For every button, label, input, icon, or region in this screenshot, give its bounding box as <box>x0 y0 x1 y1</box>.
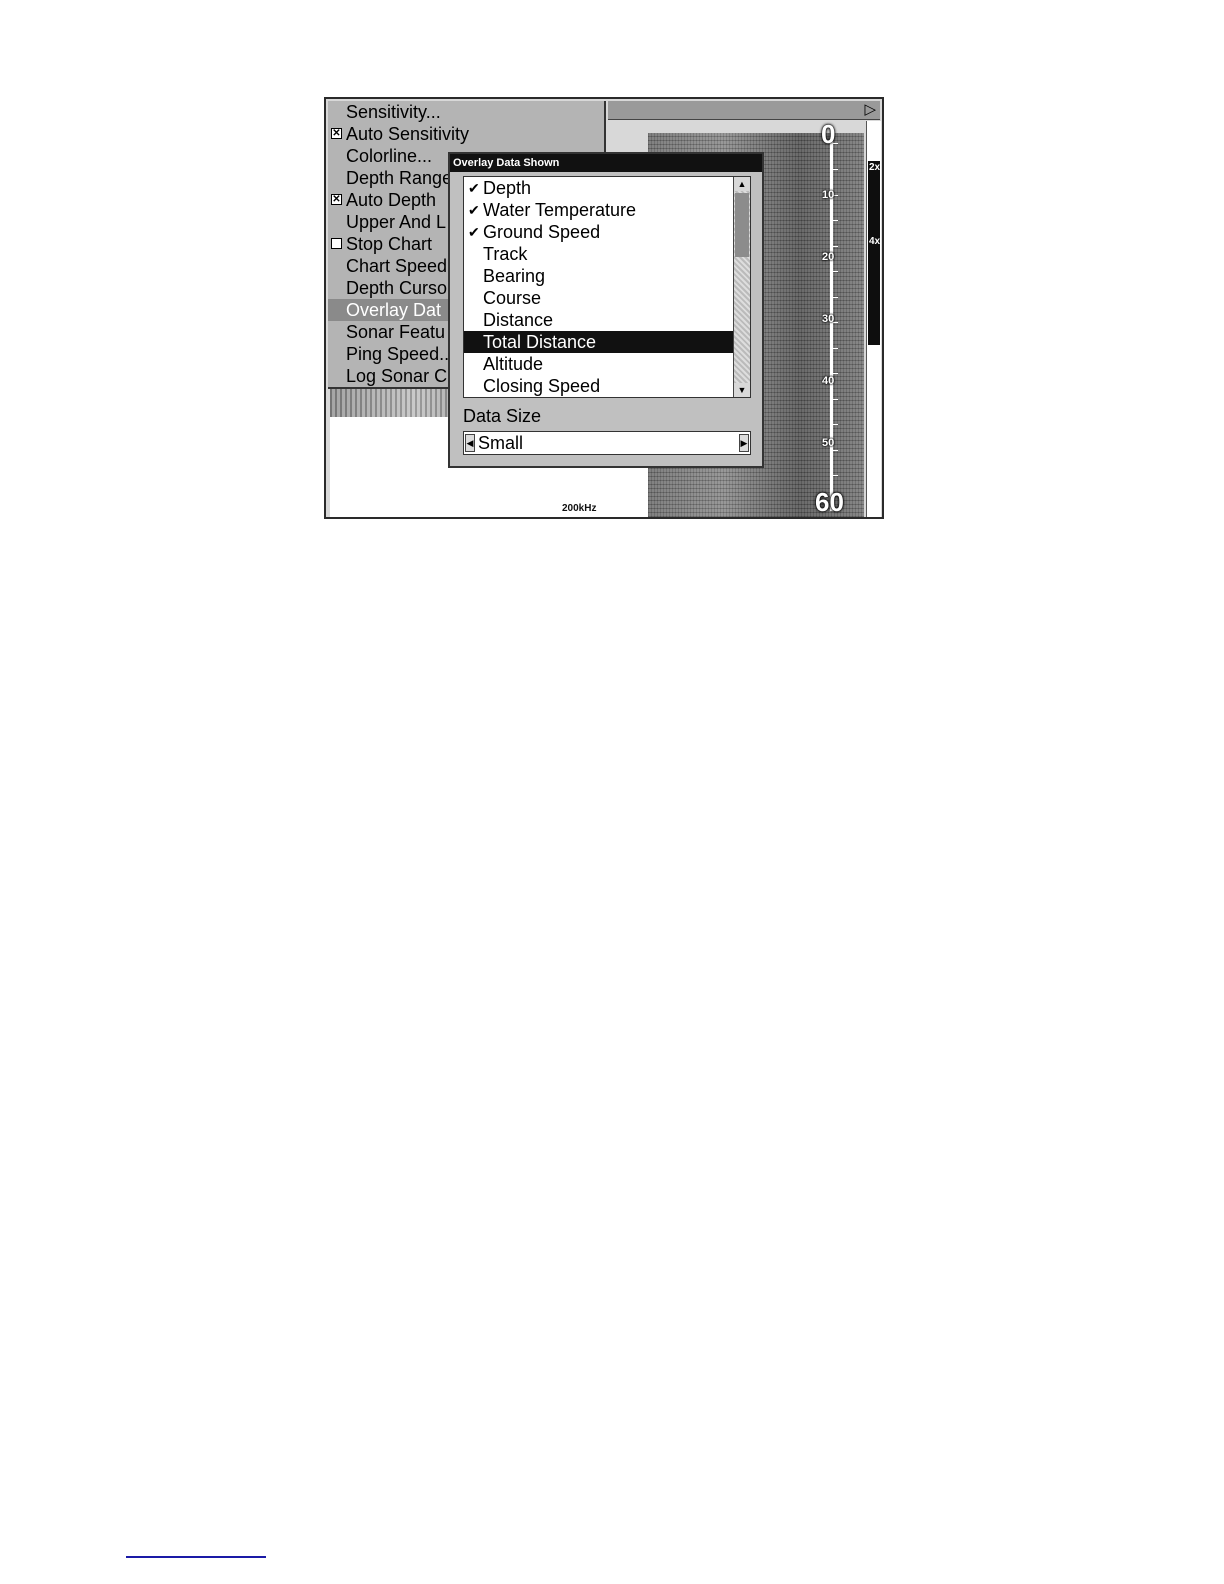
checkmark-icon: ✔ <box>468 202 480 218</box>
footer-link-underline[interactable] <box>126 1556 266 1558</box>
depth-label-10: 10 <box>822 189 835 201</box>
list-item-altitude[interactable]: Altitude <box>464 353 734 375</box>
play-icon[interactable]: ▷ <box>864 102 876 118</box>
checkbox-icon[interactable] <box>331 238 342 249</box>
list-item-distance[interactable]: Distance <box>464 309 734 331</box>
checkmark-icon: ✔ <box>468 224 480 240</box>
zoom-label-4x: 4x <box>869 236 881 247</box>
depth-label-20: 20 <box>822 251 835 263</box>
zoom-bar[interactable]: 2x 4x <box>866 121 881 517</box>
depth-label-30: 30 <box>822 313 835 325</box>
overlay-data-list: ✔ Depth ✔ Water Temperature ✔ Ground Spe… <box>463 176 751 398</box>
depth-label-0: 0 <box>821 119 836 149</box>
frequency-label: 200kHz <box>562 503 597 514</box>
list-scrollbar[interactable]: ▲ ▼ <box>733 177 750 397</box>
depth-label-40: 40 <box>822 375 835 387</box>
x-checkbox-icon[interactable]: ✕ <box>331 194 342 205</box>
scroll-up-icon[interactable]: ▲ <box>734 177 750 191</box>
checkmark-icon: ✔ <box>468 180 480 196</box>
sonar-screen: ▷ 200kHz 0 10 20 30 40 50 60 2x 4x Sensi… <box>324 97 884 519</box>
arrow-left-icon[interactable]: ◀ <box>465 434 475 452</box>
arrow-right-icon[interactable]: ▶ <box>739 434 749 452</box>
top-bar: ▷ <box>608 101 880 120</box>
list-item-depth[interactable]: ✔ Depth <box>464 177 734 199</box>
data-size-value: Small <box>478 433 524 453</box>
overlay-data-dialog: Overlay Data Shown ✔ Depth ✔ Water Tempe… <box>448 152 764 468</box>
menu-item-sensitivity[interactable]: Sensitivity... <box>328 101 604 123</box>
list-item-bearing[interactable]: Bearing <box>464 265 734 287</box>
dialog-title: Overlay Data Shown <box>450 154 762 172</box>
list-item-course[interactable]: Course <box>464 287 734 309</box>
scroll-down-icon[interactable]: ▼ <box>734 383 750 397</box>
depth-label-50: 50 <box>822 437 835 449</box>
list-item-ground-speed[interactable]: ✔ Ground Speed <box>464 221 734 243</box>
list-item-closing-speed[interactable]: Closing Speed <box>464 375 734 397</box>
list-item-track[interactable]: Track <box>464 243 734 265</box>
list-item-water-temperature[interactable]: ✔ Water Temperature <box>464 199 734 221</box>
depth-label-60: 60 <box>815 487 844 517</box>
menu-item-auto-sensitivity[interactable]: ✕ Auto Sensitivity <box>328 123 604 145</box>
x-checkbox-icon[interactable]: ✕ <box>331 128 342 139</box>
data-size-selector[interactable]: ◀ Small ▶ <box>463 431 751 455</box>
zoom-track: 2x 4x <box>868 161 880 345</box>
depth-scale: 0 10 20 30 40 50 60 <box>815 119 845 517</box>
data-size-label: Data Size <box>463 406 542 426</box>
list-item-total-distance[interactable]: Total Distance <box>464 331 734 353</box>
scroll-thumb[interactable] <box>735 193 749 257</box>
zoom-label-2x: 2x <box>869 162 881 173</box>
